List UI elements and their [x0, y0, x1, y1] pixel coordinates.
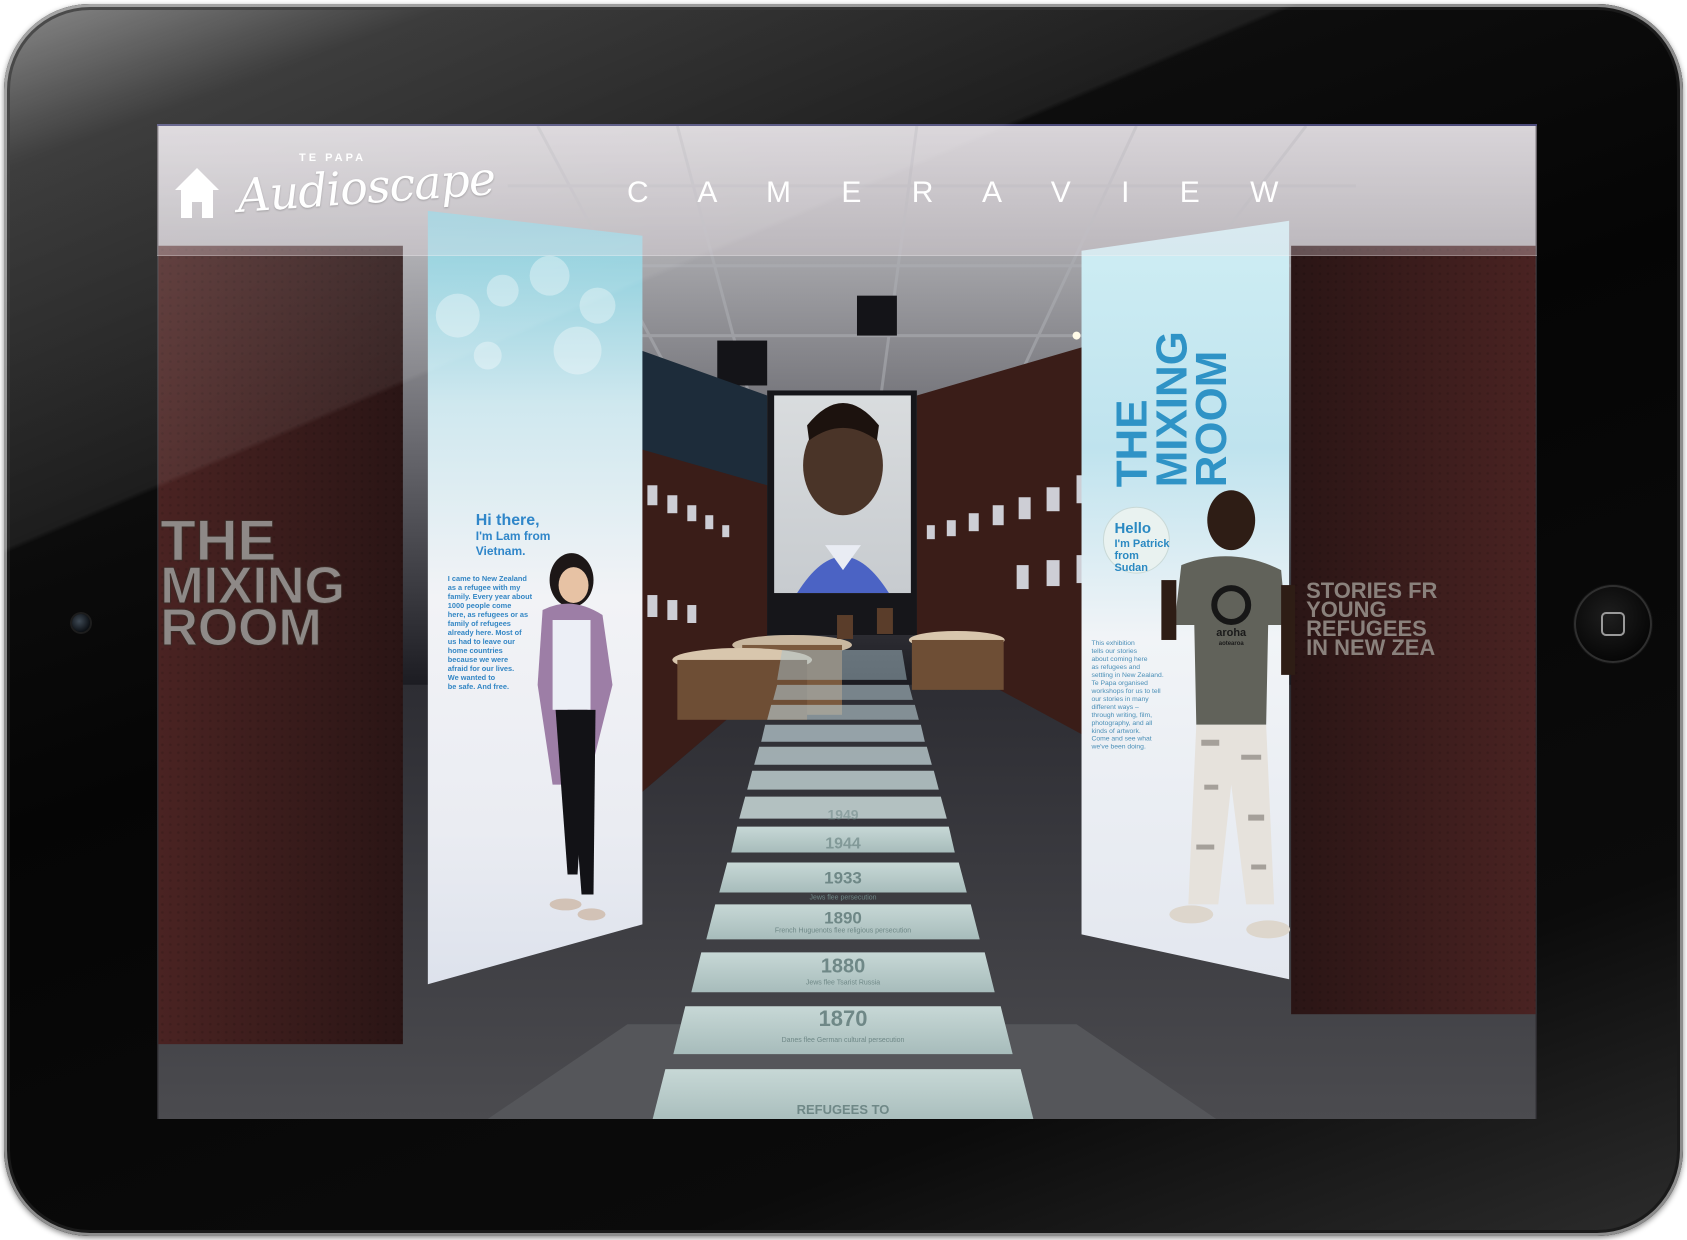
panel-body-line: through writing, film,	[1092, 712, 1153, 719]
panel-body-line: Come and see what	[1092, 736, 1152, 743]
panel-body-line: kinds of artwork.	[1092, 728, 1141, 735]
device-home-button[interactable]	[1574, 585, 1652, 663]
panel-body-line: home countries	[448, 646, 503, 655]
panel-body-line: about coming here	[1092, 656, 1148, 663]
panel-body-line: Te Papa organised	[1092, 680, 1149, 687]
panel-body-line: I came to New Zealand	[448, 574, 528, 583]
panel-body-line: different ways –	[1092, 704, 1139, 711]
panel-body-line: be safe. And free.	[448, 682, 509, 691]
ceiling-speaker	[717, 340, 768, 386]
floor-caption: Jews flee Tsarist Russia	[806, 979, 880, 986]
panel-body-line: workshops for us to tell	[1091, 688, 1162, 695]
panel-body-line: 1000 people come	[448, 601, 512, 610]
panel-body-line: family of refugees	[448, 619, 511, 628]
shirt-text: aroha	[1216, 627, 1247, 639]
panel-heading: Sudan	[1114, 562, 1148, 574]
home-icon[interactable]	[173, 166, 221, 220]
panel-body-line: because we were	[448, 655, 508, 664]
page-title: C A M E R A V I E W	[627, 176, 1300, 209]
floor-caption: Jews flee persecution	[810, 894, 877, 901]
tablet-device: 1949 1944 1933 1890 1880 1870 Jews flee …	[4, 4, 1683, 1236]
panel-body-line: family. Every year about	[448, 592, 533, 601]
panel-heading: I'm Lam from	[476, 529, 551, 543]
panel-body-line: our stories in many	[1092, 696, 1150, 703]
floor-caption: French Huguenots flee religious persecut…	[775, 927, 911, 934]
panel-heading: Hi there,	[476, 512, 540, 529]
panel-body-line: here, as refugees or as	[448, 610, 528, 619]
floor-caption: REFUGEES TO	[797, 1102, 890, 1117]
panel-heading: Vietnam.	[476, 544, 526, 558]
front-camera	[72, 614, 90, 632]
app-logo: TE PAPA Audioscape	[235, 140, 496, 240]
app-screen: 1949 1944 1933 1890 1880 1870 Jews flee …	[157, 124, 1537, 1119]
panel-body-line: us had to leave our	[448, 637, 515, 646]
panel-title: ROOM	[1187, 351, 1236, 488]
floor-year: 1944	[825, 836, 861, 853]
panel-body-line: We wanted to	[448, 673, 496, 682]
floor-year: 1880	[821, 955, 865, 977]
panel-body-line: photography, and all	[1092, 720, 1153, 727]
panel-body-line: tells our stories	[1092, 648, 1138, 655]
home-button-glyph	[1601, 612, 1625, 636]
shirt-text: aotearoa	[1219, 641, 1245, 647]
floor-year: 1933	[824, 868, 862, 887]
panel-body-line: afraid for our lives.	[448, 664, 514, 673]
app-header: TE PAPA Audioscape C A M E R A V I E W	[157, 126, 1537, 256]
camera-feed: 1949 1944 1933 1890 1880 1870 Jews flee …	[158, 126, 1536, 1119]
panel-body-line: as refugees and	[1092, 664, 1141, 671]
panel-heading: Hello	[1114, 520, 1151, 537]
panel-body-line: This exhibition	[1092, 640, 1135, 647]
panel-body-line: as a refugee with my	[448, 583, 521, 592]
floor-year: 1890	[824, 908, 862, 927]
logo-script-text: Audioscape	[235, 151, 497, 223]
ceiling-speaker	[856, 295, 897, 336]
wall-sign-text: IN NEW ZEA	[1306, 635, 1435, 660]
panel-heading: from	[1114, 550, 1139, 562]
floor-caption: Danes flee German cultural persecution	[782, 1037, 905, 1044]
floor-year: 1949	[827, 807, 858, 823]
wall-sign-text: ROOM	[160, 598, 321, 656]
panel-body-line: already here. Most of	[448, 628, 522, 637]
floor-year: 1870	[819, 1006, 868, 1031]
panel-body-line: settling in New Zealand.	[1092, 672, 1164, 679]
panel-body-line: we've been doing.	[1091, 744, 1146, 751]
panel-heading: I'm Patrick	[1114, 538, 1170, 550]
